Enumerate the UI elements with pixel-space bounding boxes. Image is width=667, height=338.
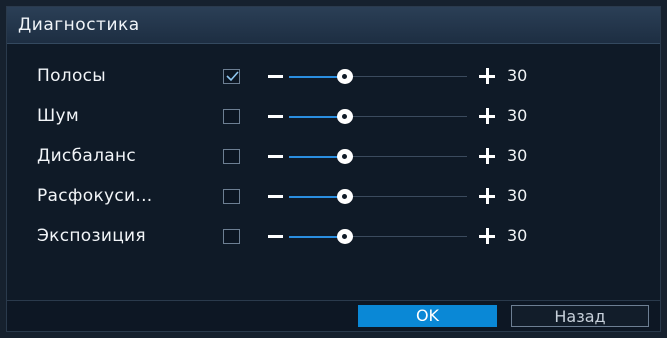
exposure-checkbox[interactable] <box>223 229 240 244</box>
slider-track[interactable] <box>352 76 467 77</box>
diagnostics-dialog: Диагностика Полосы 30 Шум 30 Дисбаланс 3… <box>6 6 661 332</box>
row-label: Экспозиция <box>37 226 146 246</box>
slider-value: 30 <box>507 146 528 165</box>
dialog-title: Диагностика <box>18 15 140 35</box>
minus-icon[interactable] <box>268 155 283 158</box>
plus-icon[interactable] <box>479 228 495 244</box>
imbalance-checkbox[interactable] <box>223 149 240 164</box>
back-button[interactable]: Назад <box>511 305 649 327</box>
plus-icon[interactable] <box>479 68 495 84</box>
slider-value: 30 <box>507 66 528 85</box>
row-label: Расфокуси... <box>37 186 153 206</box>
slider-thumb[interactable] <box>337 229 353 244</box>
row-stripes: Полосы 30 <box>7 63 660 93</box>
title-bar: Диагностика <box>7 7 660 44</box>
plus-icon[interactable] <box>479 148 495 164</box>
slider-value: 30 <box>507 106 528 125</box>
dialog-footer: OK Назад <box>7 300 660 331</box>
slider-thumb[interactable] <box>337 189 353 204</box>
slider-track[interactable] <box>352 116 467 117</box>
checkmark-icon <box>226 71 239 82</box>
slider-track[interactable] <box>352 236 467 237</box>
row-label: Полосы <box>37 66 107 86</box>
slider-value: 30 <box>507 226 528 245</box>
row-label: Шум <box>37 106 79 126</box>
row-imbalance: Дисбаланс 30 <box>7 143 660 173</box>
plus-icon[interactable] <box>479 188 495 204</box>
noise-checkbox[interactable] <box>223 109 240 124</box>
slider-track[interactable] <box>352 196 467 197</box>
minus-icon[interactable] <box>268 235 283 238</box>
ok-button[interactable]: OK <box>358 305 497 327</box>
stripes-checkbox[interactable] <box>223 69 240 84</box>
slider-thumb[interactable] <box>337 69 353 84</box>
minus-icon[interactable] <box>268 195 283 198</box>
minus-icon[interactable] <box>268 115 283 118</box>
defocus-checkbox[interactable] <box>223 189 240 204</box>
row-exposure: Экспозиция 30 <box>7 223 660 253</box>
row-defocus: Расфокуси... 30 <box>7 183 660 213</box>
row-label: Дисбаланс <box>37 146 137 166</box>
minus-icon[interactable] <box>268 75 283 78</box>
slider-thumb[interactable] <box>337 109 353 124</box>
slider-thumb[interactable] <box>337 149 353 164</box>
slider-track[interactable] <box>352 156 467 157</box>
row-noise: Шум 30 <box>7 103 660 133</box>
slider-value: 30 <box>507 186 528 205</box>
plus-icon[interactable] <box>479 108 495 124</box>
